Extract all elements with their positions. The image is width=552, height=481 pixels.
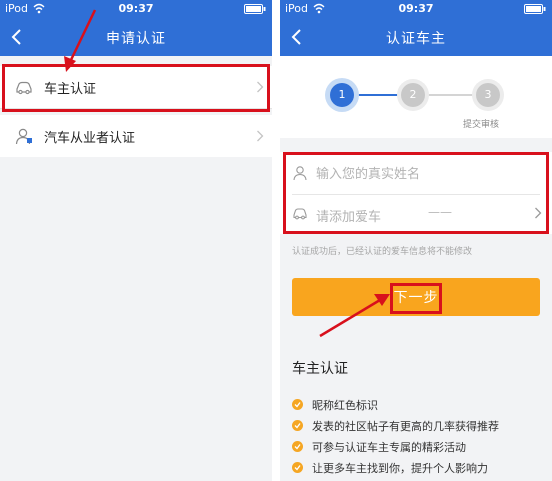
step-caption: 提交审核 — [463, 120, 500, 130]
status-bar: iPod 09:37 — [0, 0, 272, 18]
benefit-item: 可参与认证车主专属的精彩活动 — [292, 439, 542, 455]
nav-bar: 申请认证 — [0, 18, 272, 56]
check-badge-icon — [292, 462, 303, 473]
page-title: 认证车主 — [386, 31, 446, 47]
highlight-box — [2, 64, 270, 112]
benefit-item: 让更多车主找到你，提升个人影响力 — [292, 460, 542, 476]
benefit-item: 昵称红色标识 — [292, 397, 542, 413]
page-title: 申请认证 — [106, 31, 166, 47]
benefit-text: 可参与认证车主专属的精彩活动 — [312, 441, 466, 454]
battery-icon — [244, 4, 266, 14]
chevron-right-icon — [257, 130, 264, 142]
highlight-box — [390, 283, 442, 314]
left-screen: iPod 09:37 申请认证 车主认证 汽车从业者认证 — [0, 0, 272, 481]
list-item-auto-practitioner-certification[interactable]: 汽车从业者认证 — [0, 115, 272, 157]
benefits-title: 车主认证 — [292, 361, 348, 377]
benefit-text: 让更多车主找到你，提升个人影响力 — [312, 462, 488, 475]
user-icon — [15, 128, 32, 145]
step-indicator-1: 1 — [330, 83, 354, 107]
benefit-item: 发表的社区帖子有更高的几率获得推荐 — [292, 418, 542, 434]
status-bar: iPod 09:37 — [280, 0, 552, 18]
status-time: 09:37 — [118, 2, 154, 15]
step-indicator-3: 3 — [476, 83, 500, 107]
step-indicator-2: 2 — [401, 83, 425, 107]
list-item-label: 汽车从业者认证 — [44, 131, 136, 146]
nav-bar: 认证车主 — [280, 18, 552, 56]
highlight-box — [283, 152, 549, 234]
check-badge-icon — [292, 420, 303, 431]
check-badge-icon — [292, 399, 303, 410]
check-badge-icon — [292, 441, 303, 452]
step-connector — [424, 94, 476, 96]
step-progress: 1 2 3 提交审核 — [280, 56, 552, 138]
certification-notice: 认证成功后，已经认证的爱车信息将不能修改 — [292, 247, 473, 257]
benefit-text: 发表的社区帖子有更高的几率获得推荐 — [312, 420, 499, 433]
battery-icon — [524, 4, 546, 14]
status-time: 09:37 — [398, 2, 434, 15]
benefit-text: 昵称红色标识 — [312, 399, 378, 412]
right-screen: iPod 09:37 认证车主 1 2 3 提交审核 输入您的真实姓名 请添加爱… — [280, 0, 552, 481]
